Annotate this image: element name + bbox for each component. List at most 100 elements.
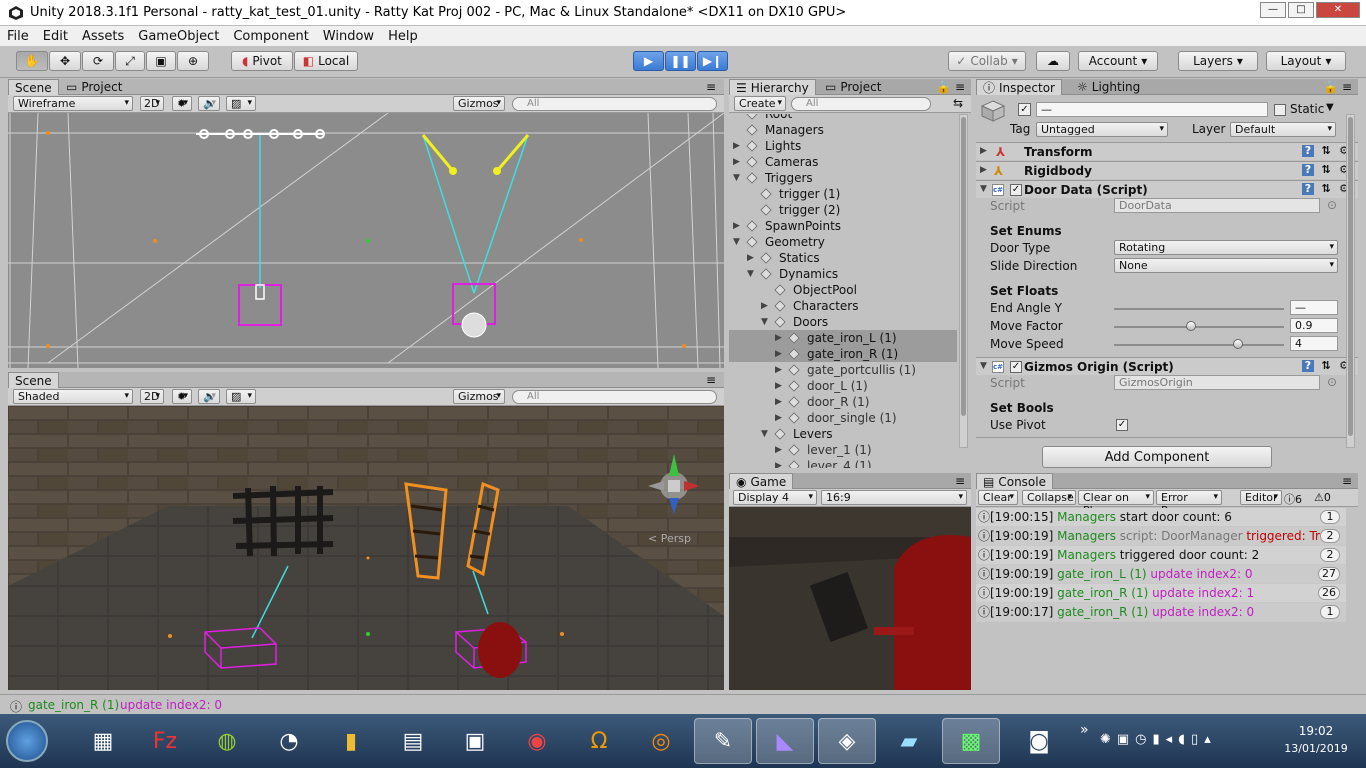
console-log-row[interactable]: ⓘ [19:00:19] Managers triggered door coun… [976,546,1346,565]
layer-dropdown[interactable]: Default [1230,122,1336,137]
move-factor-slider[interactable] [1114,326,1284,328]
book-icon[interactable]: ? [1302,183,1314,195]
expand-arrow-icon[interactable]: ▶ [775,346,782,362]
book-icon[interactable]: ? [1302,164,1314,176]
hierarchy-item[interactable]: ▶ gate_iron_R (1) [729,346,957,362]
expand-arrow-icon[interactable]: ▼ [733,170,740,186]
expand-arrow-icon[interactable]: ▶ [775,378,782,394]
close-button[interactable]: ✕ [1316,2,1360,18]
gizmos-dropdown[interactable]: Gizmos [453,96,505,111]
hierarchy-item[interactable]: ▶ Statics [729,250,957,266]
expand-arrow-icon[interactable]: ▼ [761,426,768,442]
menu-help[interactable]: Help [381,29,425,44]
tab-game[interactable]: ◉ Game [729,473,794,489]
calculator-icon[interactable]: ▦ [74,718,132,764]
hierarchy-item[interactable]: ▶ Cameras [729,154,957,170]
computer-icon[interactable]: ▣ [446,718,504,764]
hierarchy-item[interactable]: trigger (1) [729,186,957,202]
cloud-button[interactable]: ☁ [1036,51,1070,71]
preset-icon[interactable]: ⇅ [1320,145,1332,157]
hierarchy-item[interactable]: ▶ Characters [729,298,957,314]
clear-on-play-toggle[interactable]: Clear on Play [1078,490,1154,517]
expand-arrow-icon[interactable]: ▶ [775,362,782,378]
target-icon[interactable]: ⊙ [1327,198,1337,212]
expand-arrow-icon[interactable]: ▶ [733,154,740,170]
editor-dropdown[interactable]: Editor [1240,490,1282,505]
expand-arrow-icon[interactable]: ▶ [733,138,740,154]
move-speed-slider[interactable] [1114,344,1284,346]
door-data-component[interactable]: ▼ c# ✓ Door Data (Script) ? ⇅ ⚙ [976,180,1358,198]
expand-arrow-icon[interactable]: ▶ [775,330,782,346]
layout-dropdown[interactable]: Layout ▾ [1266,51,1346,71]
end-angle-slider[interactable] [1114,308,1284,310]
panel-menu-icon[interactable]: ≡ [949,473,971,489]
visual-studio-icon[interactable]: ◣ [756,718,814,764]
local-button[interactable]: ◧ Local [294,51,358,71]
book-icon[interactable]: ? [1302,145,1314,157]
filezilla-icon[interactable]: Fz [136,718,194,764]
tab-scene-2[interactable]: Scene [8,372,59,388]
panel-menu-icon[interactable]: ≡ [1336,79,1358,95]
static-checkbox[interactable] [1274,104,1286,116]
expand-arrow-icon[interactable]: ▶ [775,458,782,468]
move-speed-field[interactable]: 4 [1290,336,1338,351]
inspector-scrollbar[interactable] [1346,114,1355,448]
preset-icon[interactable]: ⇅ [1320,360,1332,372]
gizmos-dropdown[interactable]: Gizmos [453,389,505,404]
android-icon[interactable]: ◍ [198,718,256,764]
gizmos-script-field[interactable]: GizmosOrigin [1114,375,1320,390]
menu-assets[interactable]: Assets [75,29,131,44]
hierarchy-item[interactable]: ▼ Dynamics [729,266,957,282]
draw-mode-dropdown[interactable]: Wireframe [13,96,133,111]
static-dropdown-icon[interactable]: ▼ [1326,102,1334,113]
paint-icon[interactable]: ✎ [694,718,752,764]
tab-inspector[interactable]: ⓘ Inspector [976,79,1062,95]
tab-console[interactable]: ▤ Console [976,473,1053,489]
effects-dropdown[interactable]: ▨ [226,389,256,404]
scene-viewport-wireframe[interactable] [8,113,724,368]
expand-arrow-icon[interactable]: ▼ [761,314,768,330]
menu-window[interactable]: Window [316,29,381,44]
folder-icon[interactable]: ▮ [322,718,380,764]
hierarchy-item[interactable]: Managers [729,122,957,138]
calendar-icon[interactable]: ▤ [384,718,442,764]
remote-desktop-icon[interactable]: ◙ [1010,718,1068,764]
tray-expand-icon[interactable]: » [1080,722,1089,738]
hierarchy-item[interactable]: ▼ Levers [729,426,957,442]
door-data-enabled-checkbox[interactable]: ✓ [1010,184,1022,196]
preset-icon[interactable]: ⇅ [1320,164,1332,176]
add-component-button[interactable]: Add Component [1042,446,1272,468]
tab-hierarchy[interactable]: ☰ Hierarchy [729,79,816,95]
lighting-toggle[interactable]: ✹ [172,389,192,404]
tab-project[interactable]: ▭ Project [60,79,128,95]
scroll-thumb[interactable] [1348,117,1353,436]
chrome-icon[interactable]: ◉ [508,718,566,764]
unity-icon[interactable]: ◈ [818,718,876,764]
menu-edit[interactable]: Edit [36,29,75,44]
step-button[interactable]: ▶❙ [697,51,728,71]
expand-arrow-icon[interactable]: ▶ [775,442,782,458]
collab-dropdown[interactable]: ✓ Collab ▾ [948,51,1026,71]
minimize-button[interactable]: — [1260,2,1286,18]
scene-viewport-shaded[interactable]: < Persp [8,406,724,690]
aspect-dropdown[interactable]: 16:9 [821,490,967,505]
info-filter-toggle[interactable]: ⓘ6 [1284,491,1302,507]
blender-icon[interactable]: ◎ [632,718,690,764]
move-tool-button[interactable]: ✥ [49,51,81,71]
console-log-row[interactable]: ⓘ [19:00:15] Managers start door count: 6… [976,508,1346,527]
pivot-button[interactable]: ◖ Pivot [231,51,293,71]
slide-direction-dropdown[interactable]: None [1114,258,1338,273]
audio-toggle[interactable]: 🔈 [198,389,220,404]
console-log-row[interactable]: ⓘ [19:00:19] gate_iron_R (1) update index… [976,584,1346,603]
pause-button[interactable]: ❚❚ [665,51,696,71]
hierarchy-item[interactable]: ▼ Triggers [729,170,957,186]
2d-toggle[interactable]: 2D [140,96,164,111]
hierarchy-scrollbar[interactable] [959,114,968,448]
persp-label[interactable]: < Persp [648,532,691,545]
notepad-icon[interactable]: ▰ [880,718,938,764]
rotate-tool-button[interactable]: ⟳ [82,51,114,71]
console-log-row[interactable]: ⓘ [19:00:19] gate_iron_L (1) update index… [976,565,1346,584]
speaker-icon[interactable]: ◔ [260,718,318,764]
scale-tool-button[interactable]: ⤢ [115,51,145,71]
clear-button[interactable]: Clear [978,490,1018,505]
